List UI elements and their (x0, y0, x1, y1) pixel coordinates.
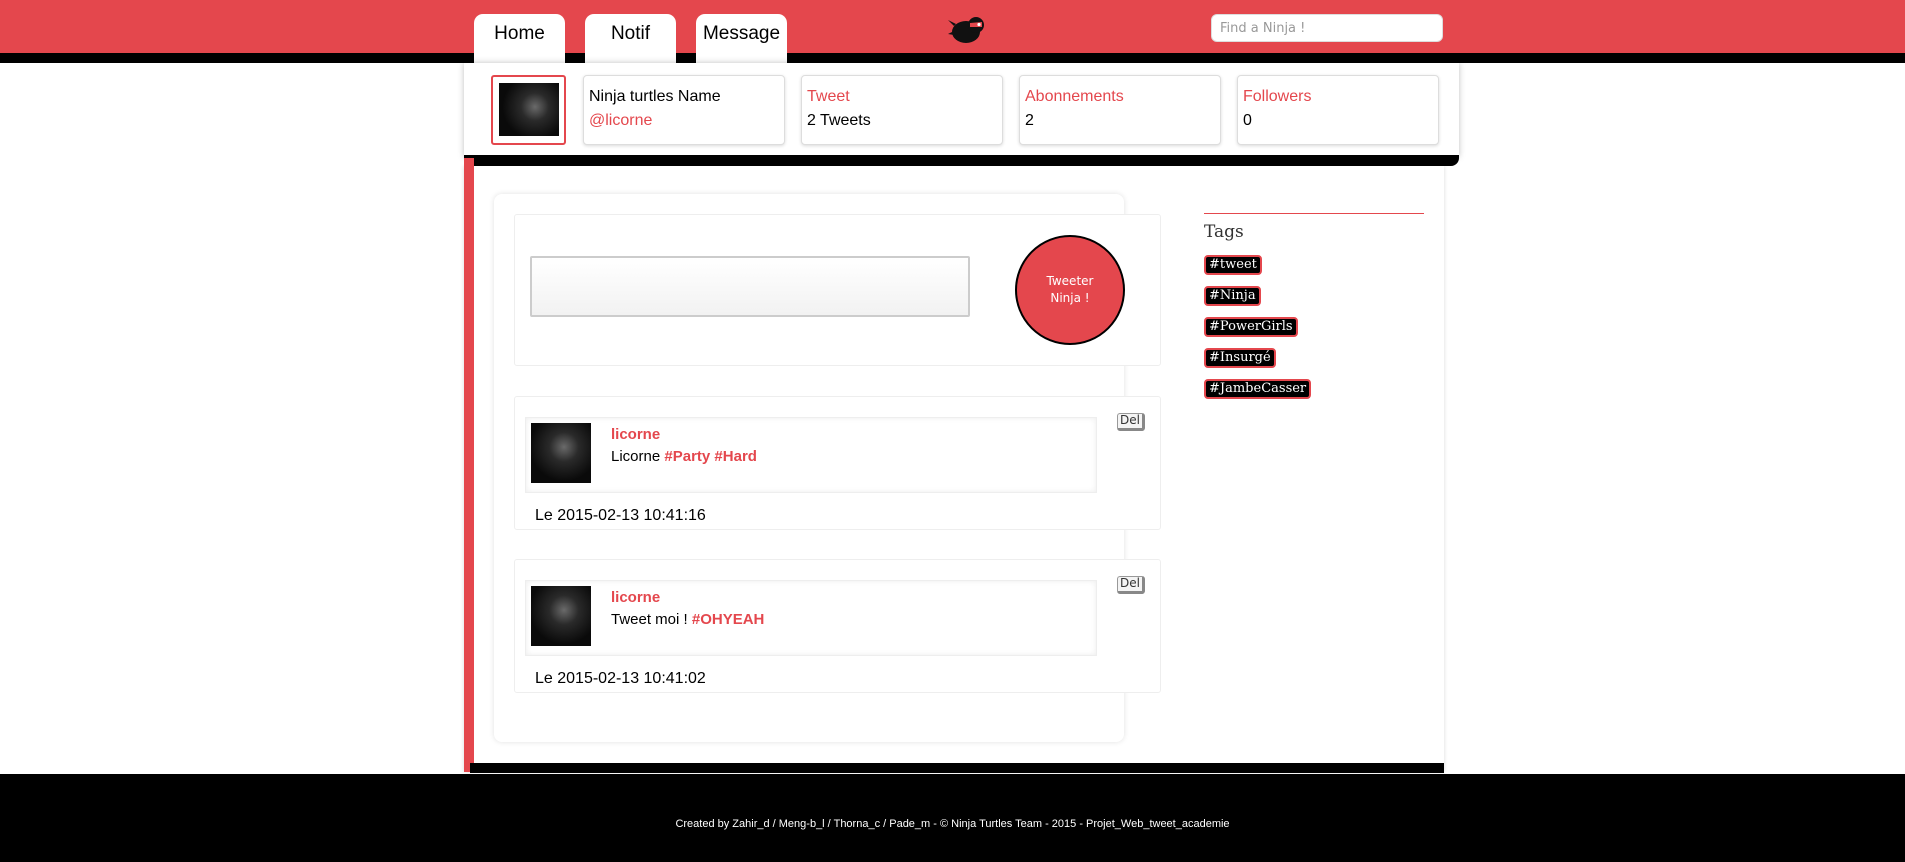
tweet-submit-button[interactable]: Tweeter Ninja ! (1015, 235, 1125, 345)
main-bottom-bar (470, 763, 1444, 773)
profile-name: Ninja turtles Name (589, 88, 721, 105)
tweet-avatar[interactable] (531, 586, 591, 646)
tweet-text: Licorne #Party #Hard (611, 448, 757, 465)
abonnements-label: Abonnements (1025, 88, 1124, 105)
tweet-hashtag[interactable]: #OHYEAH (692, 611, 765, 628)
tweet-message: Licorne (611, 448, 665, 465)
tag-chip[interactable]: #Insurgé (1204, 348, 1276, 368)
top-nav-divider (0, 53, 1905, 63)
tab-home[interactable]: Home (474, 14, 565, 64)
tag-chip[interactable]: #Ninja (1204, 286, 1261, 306)
main-left-accent-bar (464, 158, 474, 772)
tag-chip[interactable]: #JambeCasser (1204, 379, 1312, 399)
tags-title: Tags (1204, 222, 1244, 242)
tag-chip[interactable]: #PowerGirls (1204, 317, 1298, 337)
search-input[interactable] (1211, 14, 1443, 42)
followers-label: Followers (1243, 88, 1312, 105)
tab-message[interactable]: Message (696, 14, 787, 64)
tweet-count-label: Tweet (807, 88, 850, 105)
profile-handle[interactable]: @licorne (589, 109, 779, 133)
tweet-body: licorne Tweet moi ! #OHYEAH (525, 580, 1097, 656)
tweet-message: Tweet moi ! (611, 611, 692, 628)
followers-value: 0 (1243, 112, 1252, 129)
tweet-username[interactable]: licorne (611, 589, 660, 606)
followers-card[interactable]: Followers 0 (1237, 75, 1439, 145)
tweet-hashtag[interactable]: #Hard (714, 448, 757, 465)
delete-tweet-button[interactable]: Del (1117, 576, 1145, 594)
abonnements-value: 2 (1025, 112, 1034, 129)
tweet-date: Le 2015-02-13 10:41:02 (535, 670, 706, 687)
tweet-username[interactable]: licorne (611, 426, 660, 443)
tweet-item: licorne Licorne #Party #Hard Del Le 2015… (514, 396, 1161, 530)
tweet-avatar[interactable] (531, 423, 591, 483)
ninja-bird-icon[interactable] (948, 12, 988, 46)
tweet-date: Le 2015-02-13 10:41:16 (535, 507, 706, 524)
tweet-count-value: 2 Tweets (807, 112, 871, 129)
tags-divider (1204, 213, 1424, 214)
footer-credits: Created by Zahir_d / Meng-b_l / Thorna_c… (675, 818, 1230, 830)
avatar-image (499, 83, 559, 136)
tag-chip[interactable]: #tweet (1204, 255, 1262, 275)
tweet-body: licorne Licorne #Party #Hard (525, 417, 1097, 493)
compose-tweet-input[interactable] (530, 256, 970, 317)
profile-avatar[interactable] (491, 75, 566, 145)
tweet-hashtag[interactable]: #Party (664, 448, 710, 465)
profile-name-card: Ninja turtles Name @licorne (583, 75, 785, 145)
abonnements-card[interactable]: Abonnements 2 (1019, 75, 1221, 145)
profile-strip-bottom-bar (464, 155, 1459, 166)
tweet-item: licorne Tweet moi ! #OHYEAH Del Le 2015-… (514, 559, 1161, 693)
tweet-count-card[interactable]: Tweet 2 Tweets (801, 75, 1003, 145)
delete-tweet-button[interactable]: Del (1117, 413, 1145, 431)
tab-notif[interactable]: Notif (585, 14, 676, 64)
tweet-text: Tweet moi ! #OHYEAH (611, 611, 764, 628)
